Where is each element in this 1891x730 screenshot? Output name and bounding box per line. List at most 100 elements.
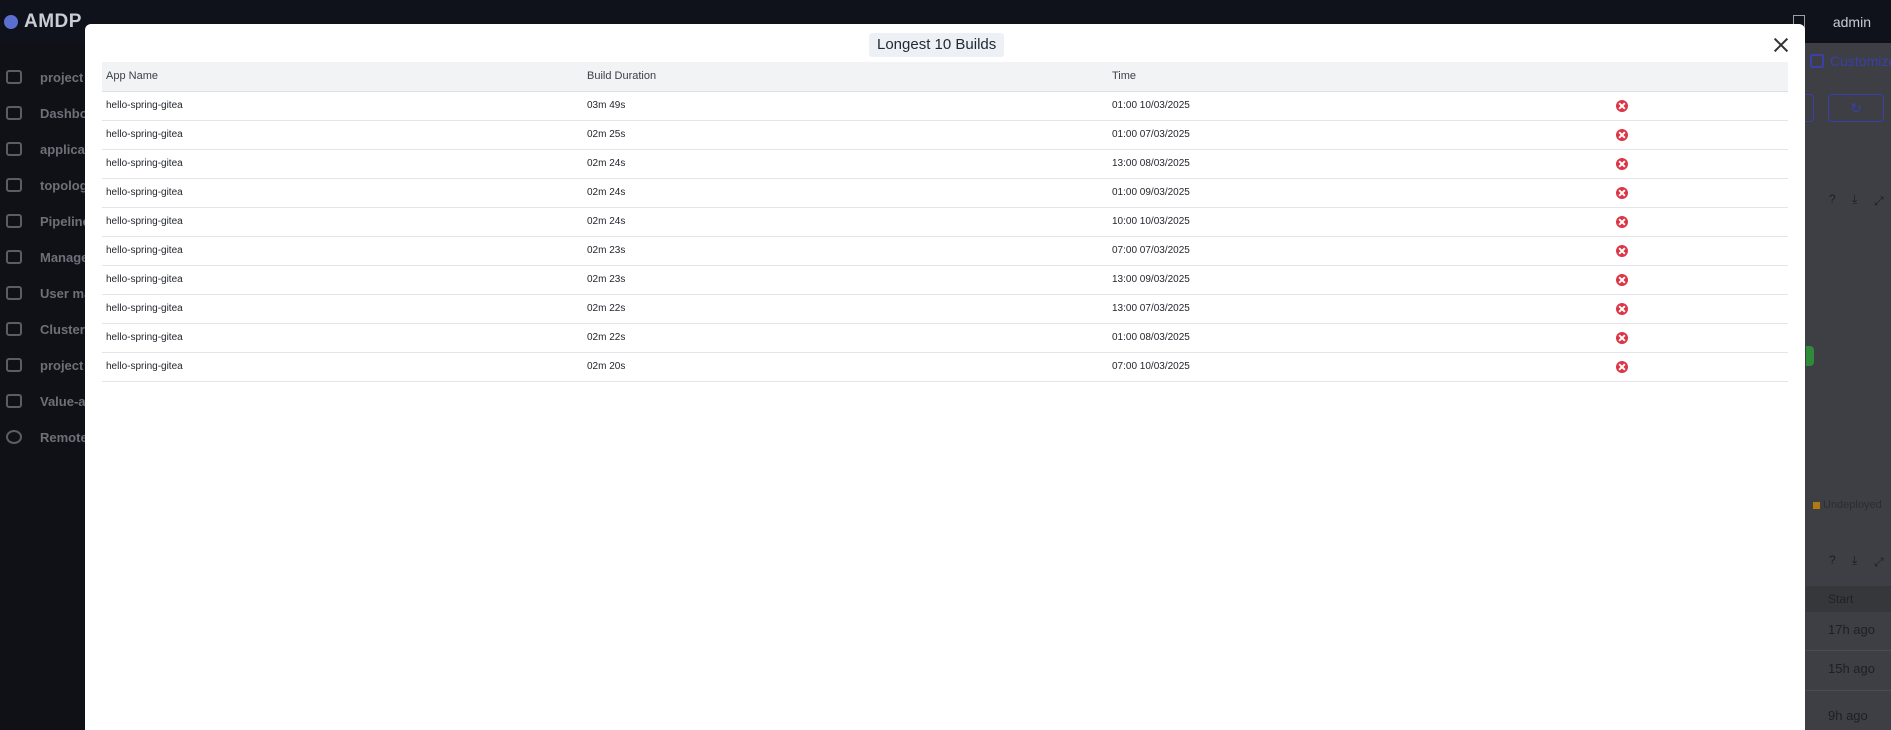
cell-build-duration: 02m 22s [587,303,626,314]
table-row[interactable]: hello-spring-gitea 02m 25s 01:00 07/03/2… [102,121,1788,150]
expand-icon[interactable]: ⤢ [1874,555,1884,570]
table-row[interactable]: hello-spring-gitea 02m 23s 07:00 07/03/2… [102,237,1788,266]
sidebar-item-user-management[interactable]: User ma [0,275,90,311]
cell-app-name: hello-spring-gitea [106,274,183,285]
error-status-icon [1616,245,1628,257]
puzzle-icon [6,394,22,408]
cell-app-name: hello-spring-gitea [106,129,183,140]
column-header-build-duration[interactable]: Build Duration [587,62,656,91]
builds-table: App Name Build Duration Time hello-sprin… [102,62,1788,382]
divider [1806,650,1891,651]
refresh-icon: ↻ [1850,100,1862,116]
cell-build-duration: 02m 23s [587,274,626,285]
cell-time: 01:00 08/03/2025 [1112,332,1190,343]
cell-build-duration: 02m 22s [587,332,626,343]
sidebar-item-cluster[interactable]: Cluster M [0,311,90,347]
sidebar-item-applications[interactable]: applicati [0,131,90,167]
legend-label: Undeployed [1823,499,1882,511]
sidebar-item-project-management[interactable]: project m [0,347,90,383]
cell-time: 10:00 10/03/2025 [1112,216,1190,227]
help-icon[interactable]: ? [1829,553,1836,567]
table-row[interactable]: hello-spring-gitea 02m 20s 07:00 10/03/2… [102,353,1788,382]
error-status-icon [1616,303,1628,315]
refresh-button[interactable]: ↻ [1828,94,1884,122]
customize-label: Customize [1830,53,1891,69]
table-row[interactable]: hello-spring-gitea 02m 22s 13:00 07/03/2… [102,295,1788,324]
longest-builds-modal: Longest 10 Builds App Name Build Duratio… [85,24,1805,730]
download-icon[interactable]: ⤓ [1852,553,1857,568]
sidebar-item-label: Dashbo [40,105,88,121]
expand-icon[interactable]: ⤢ [1874,194,1884,209]
modal-title: Longest 10 Builds [869,33,1005,57]
sidebar-item-label: topology [40,177,90,193]
sidebar-item-project[interactable]: project [0,59,90,95]
dashboard-icon [6,106,22,120]
cell-time: 13:00 09/03/2025 [1112,274,1190,285]
cell-build-duration: 02m 25s [587,129,626,140]
cell-build-duration: 02m 24s [587,216,626,227]
cell-app-name: hello-spring-gitea [106,361,183,372]
cell-build-duration: 02m 24s [587,187,626,198]
column-header-time[interactable]: Time [1112,62,1136,91]
cell-app-name: hello-spring-gitea [106,332,183,343]
sidebar-item-dashboard[interactable]: Dashbo [0,95,90,131]
column-header-app-name[interactable]: App Name [106,62,158,91]
error-status-icon [1616,332,1628,344]
logo-text: AMDP [24,11,82,32]
time-ago: 17h ago [1828,622,1875,637]
sidebar-item-manage[interactable]: Manage [0,239,90,275]
customize-button[interactable]: Customize [1810,53,1891,69]
sidebar: project Dashbo applicati topology Pipeli… [0,43,90,730]
cell-time: 13:00 07/03/2025 [1112,303,1190,314]
error-status-icon [1616,274,1628,286]
sidebar-item-label: Cluster M [40,321,90,337]
close-icon[interactable] [1770,34,1792,56]
error-status-icon [1616,100,1628,112]
cell-time: 07:00 10/03/2025 [1112,361,1190,372]
sidebar-item-label: Value-ad [40,393,90,409]
cell-time: 01:00 10/03/2025 [1112,100,1190,111]
table-header: App Name Build Duration Time [102,62,1788,92]
cell-time: 01:00 07/03/2025 [1112,129,1190,140]
topology-node [1806,346,1814,366]
table-row[interactable]: hello-spring-gitea 03m 49s 01:00 10/03/2… [102,92,1788,121]
cell-time: 01:00 09/03/2025 [1112,187,1190,198]
user-settings-icon [6,286,22,300]
sidebar-item-value-added[interactable]: Value-ad [0,383,90,419]
cell-app-name: hello-spring-gitea [106,187,183,198]
error-status-icon [1616,216,1628,228]
atom-icon [6,142,22,156]
cell-build-duration: 02m 24s [587,158,626,169]
table-row[interactable]: hello-spring-gitea 02m 22s 01:00 08/03/2… [102,324,1788,353]
cell-time: 07:00 07/03/2025 [1112,245,1190,256]
sidebar-item-remote[interactable]: Remote [0,419,90,455]
cell-app-name: hello-spring-gitea [106,216,183,227]
error-status-icon [1616,129,1628,141]
user-menu[interactable]: admin [1833,14,1871,30]
folder-icon [6,358,22,372]
pipeline-icon [6,214,22,228]
table-row[interactable]: hello-spring-gitea 02m 24s 01:00 09/03/2… [102,179,1788,208]
server-icon [6,322,22,336]
time-ago: 15h ago [1828,661,1875,676]
table-row[interactable]: hello-spring-gitea 02m 23s 13:00 09/03/2… [102,266,1788,295]
sidebar-item-label: Pipeline [40,213,90,229]
sidebar-item-label: project m [40,357,90,373]
error-status-icon [1616,187,1628,199]
topology-icon [6,178,22,192]
sidebar-item-pipeline[interactable]: Pipeline [0,203,90,239]
sidebar-item-topology[interactable]: topology [0,167,90,203]
table-row[interactable]: hello-spring-gitea 02m 24s 10:00 10/03/2… [102,208,1788,237]
download-icon[interactable]: ⤓ [1852,192,1857,207]
cell-app-name: hello-spring-gitea [106,158,183,169]
help-icon[interactable]: ? [1829,192,1836,206]
table-row[interactable]: hello-spring-gitea 02m 24s 13:00 08/03/2… [102,150,1788,179]
cell-build-duration: 02m 23s [587,245,626,256]
cell-build-duration: 02m 20s [587,361,626,372]
error-status-icon [1616,361,1628,373]
column-header-start[interactable]: Start [1806,586,1891,612]
circle-icon [6,430,22,444]
app-logo[interactable]: AMDP [4,11,82,33]
layout-icon [1810,54,1824,68]
cell-app-name: hello-spring-gitea [106,100,183,111]
